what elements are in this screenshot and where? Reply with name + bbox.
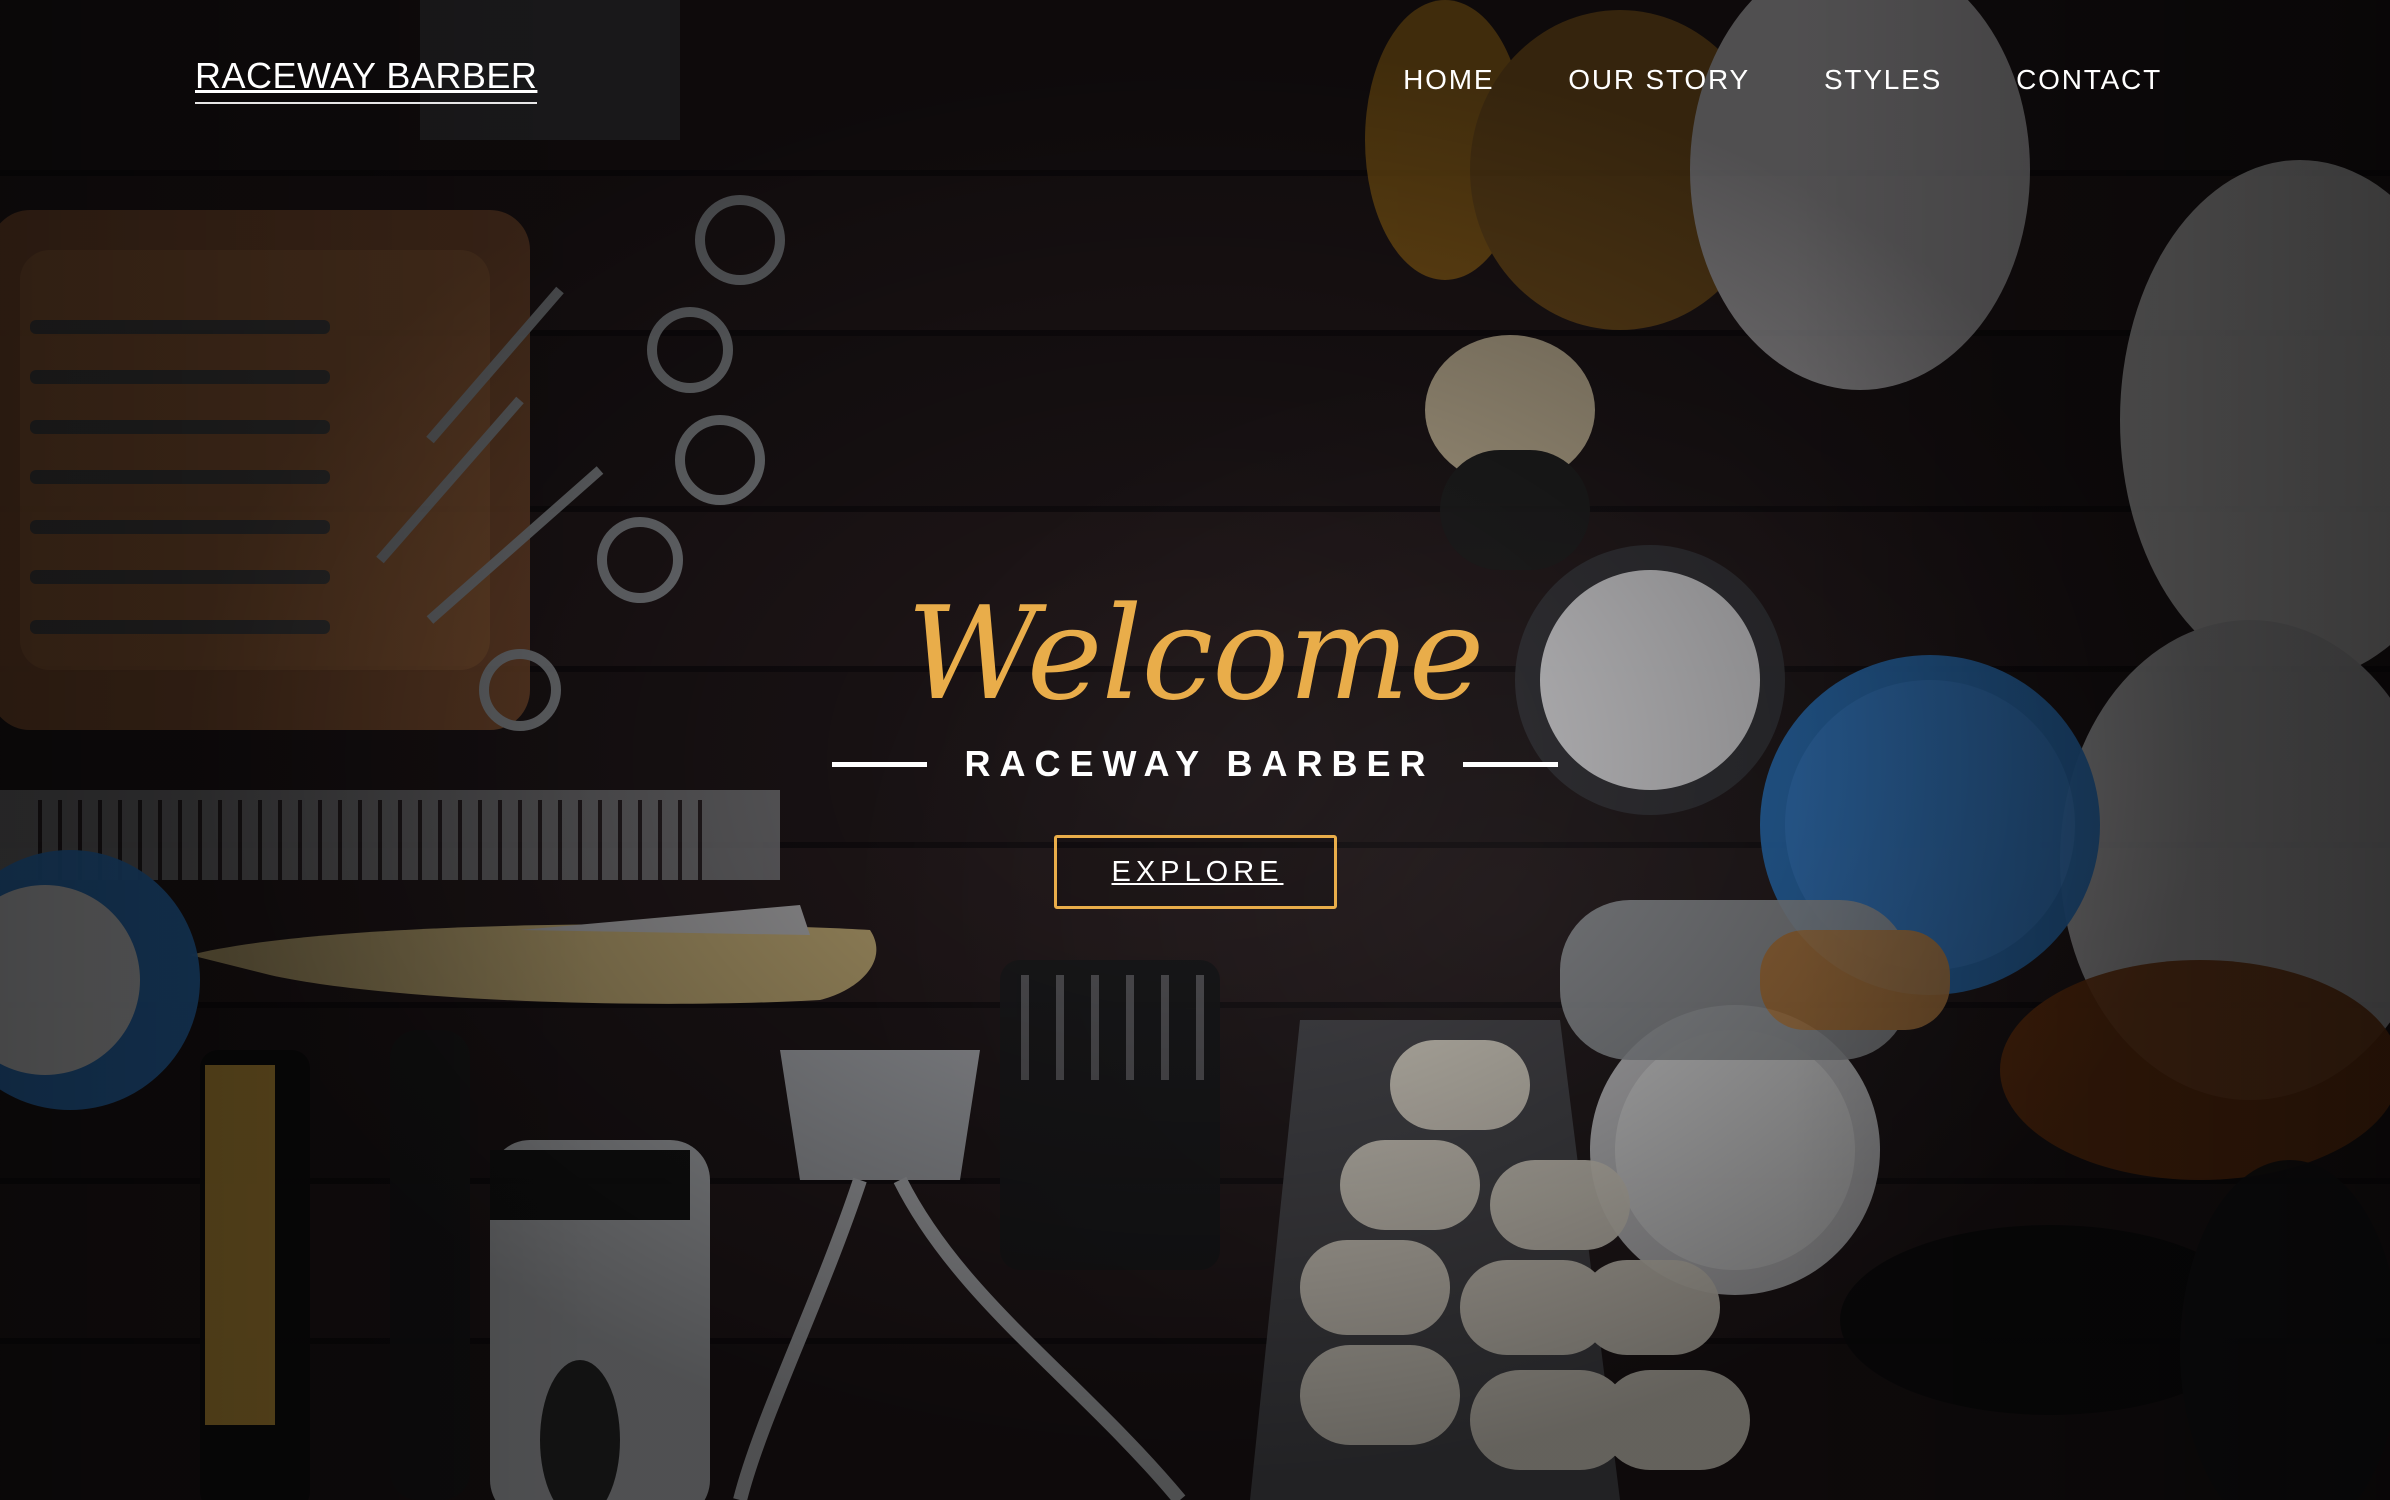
nav-item-styles[interactable]: STYLES: [1824, 62, 1942, 98]
nav-item-home[interactable]: HOME: [1403, 62, 1494, 98]
nav-item-contact[interactable]: CONTACT: [2016, 62, 2162, 98]
explore-button[interactable]: EXPLORE: [1053, 835, 1337, 909]
hero-welcome-title: Welcome: [906, 580, 1485, 729]
brand-logo-link[interactable]: RACEWAY BARBER: [195, 56, 538, 104]
hero-subtitle-row: RACEWAY BARBER: [0, 743, 2390, 785]
hero-subtitle: RACEWAY BARBER: [964, 743, 1435, 784]
landing-page: RACEWAY BARBER HOME OUR STORY STYLES CON…: [0, 0, 2390, 1500]
subtitle-left-rule: [832, 761, 928, 767]
nav-item-our-story[interactable]: OUR STORY: [1568, 62, 1750, 98]
hero-section: Welcome RACEWAY BARBER EXPLORE: [0, 575, 2390, 909]
main-menu: HOME OUR STORY STYLES CONTACT: [1403, 62, 2162, 98]
subtitle-right-rule: [1462, 761, 1558, 767]
top-navigation: RACEWAY BARBER HOME OUR STORY STYLES CON…: [0, 0, 2390, 160]
